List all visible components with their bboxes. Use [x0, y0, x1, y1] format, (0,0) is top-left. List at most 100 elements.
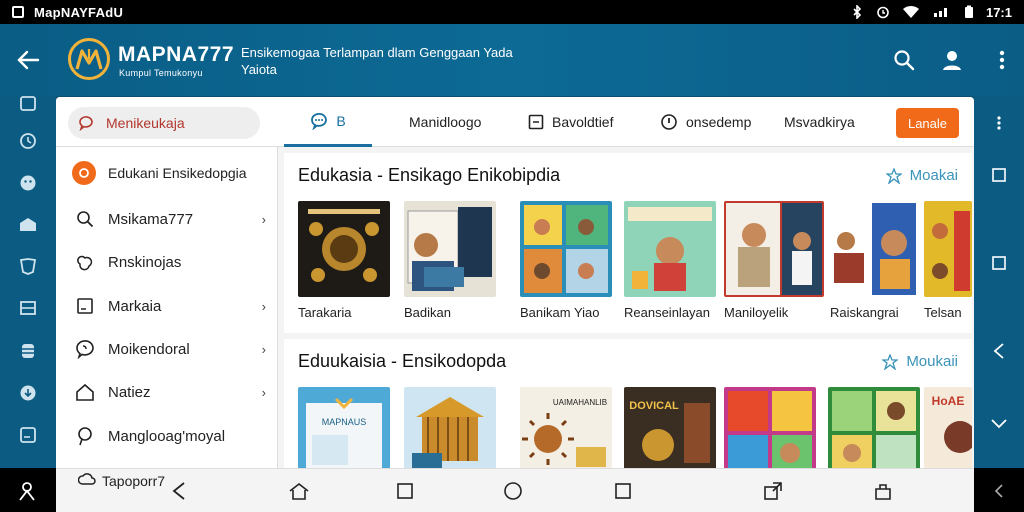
- drawer-item-partial[interactable]: Tapoporr7: [78, 472, 165, 490]
- smile-icon[interactable]: [17, 172, 39, 194]
- grid-icon[interactable]: [17, 297, 39, 319]
- drawer-item-rnskinojas[interactable]: Rnskinojas: [74, 247, 266, 277]
- search-icon: [74, 208, 96, 230]
- status-time: 17:1: [985, 4, 1012, 20]
- shield-icon[interactable]: [17, 255, 39, 277]
- book-cover[interactable]: [404, 201, 496, 297]
- section-ensiklopedia: Edukasia - Ensikago Enikobipdia Moakai T…: [284, 153, 972, 333]
- book-title: Tarakaria: [298, 305, 352, 320]
- share-icon[interactable]: [762, 480, 784, 502]
- book-cover[interactable]: [404, 387, 496, 470]
- edu-icon: [72, 161, 96, 185]
- brand-name: MAPNA777: [118, 43, 235, 66]
- search-icon[interactable]: [890, 46, 918, 74]
- back-arrow-icon[interactable]: [14, 46, 42, 74]
- left-rail: [0, 96, 56, 468]
- search-field[interactable]: Menikeukaja: [68, 107, 260, 139]
- drawer-item-label: Natiez: [108, 383, 151, 401]
- book-cover[interactable]: [724, 201, 824, 297]
- cloud-icon: [78, 473, 96, 485]
- square-icon[interactable]: [988, 252, 1010, 274]
- brand-subtitle: Kumpul Temukonyu: [119, 68, 203, 78]
- square-minus-icon: [528, 114, 544, 130]
- more-vert-icon[interactable]: [988, 46, 1016, 74]
- school-icon[interactable]: [17, 213, 39, 235]
- square-nav-icon[interactable]: [394, 480, 416, 502]
- star-icon: [885, 167, 902, 184]
- more-link-label: Moakai: [909, 167, 958, 184]
- book-title: Reanseinlayan: [624, 305, 711, 320]
- book-cover[interactable]: [520, 201, 612, 297]
- chevron-right-icon: ›: [261, 211, 266, 227]
- book-cover[interactable]: [624, 201, 716, 297]
- tab-label: onsedemp: [686, 114, 752, 130]
- book-cover[interactable]: [724, 387, 816, 470]
- tab-bar: Menikeukaja B Manidloogo Bavoldtief onse…: [56, 97, 974, 147]
- database-icon[interactable]: [17, 340, 39, 362]
- app-icon: [12, 6, 24, 18]
- book-title: Maniloyelik: [724, 305, 789, 320]
- note-icon[interactable]: [17, 424, 39, 446]
- drawer-item-manglooagmoyal[interactable]: Manglooag'moyal: [74, 421, 266, 451]
- status-app-title: MapNAYFAdU: [34, 4, 124, 20]
- app-bar: MAPNA777 Kumpul Temukonyu Ensikemogaa Te…: [0, 24, 1024, 96]
- more-link-label: Moukaii: [906, 353, 958, 370]
- book-cover[interactable]: UAIMAHANLIB: [520, 387, 612, 470]
- compass-icon: [661, 114, 677, 130]
- book-cover[interactable]: [828, 387, 920, 470]
- header-tagline: Ensikemogaa Terlampan dlam Genggaan Yada…: [241, 45, 513, 77]
- more-link[interactable]: Moakai: [885, 167, 958, 184]
- drawer-item-msikama777[interactable]: Msikama777 ›: [74, 204, 266, 234]
- chevron-right-icon: ›: [261, 298, 266, 314]
- chat-bubble-icon: [79, 116, 93, 131]
- calendar-icon[interactable]: [17, 92, 39, 114]
- tab-onsedemp[interactable]: onsedemp: [660, 97, 751, 147]
- chevron-down-icon[interactable]: [988, 412, 1010, 434]
- book-title: Badikan: [404, 305, 451, 320]
- right-rail: [974, 96, 1024, 468]
- drawer-item-moikendoral[interactable]: Moikendoral ›: [74, 334, 266, 364]
- drawer-item-label: Msikama777: [108, 210, 194, 228]
- chevron-right-icon: ›: [261, 384, 266, 400]
- account-icon[interactable]: [938, 46, 966, 74]
- assistant-icon[interactable]: [16, 480, 38, 502]
- more-vert-icon[interactable]: [988, 112, 1010, 134]
- sparkle-icon: [74, 251, 96, 273]
- book-title: Telsan: [924, 305, 962, 320]
- drawer-header[interactable]: Edukani Ensikedopgia: [72, 161, 247, 185]
- book-cover[interactable]: [298, 201, 390, 297]
- book-cover[interactable]: MAPNAUS: [298, 387, 390, 470]
- bag-icon[interactable]: [872, 480, 894, 502]
- square-icon[interactable]: [988, 164, 1010, 186]
- tab-manidloogo[interactable]: Manidloogo: [409, 97, 481, 147]
- square-nav-icon[interactable]: [612, 480, 634, 502]
- book-cover[interactable]: HoAE: [924, 387, 972, 470]
- chat-icon: [311, 112, 328, 130]
- battery-icon: [964, 5, 974, 19]
- drawer-item-markaia[interactable]: Markaia ›: [74, 291, 266, 321]
- drawer-item-natiez[interactable]: Natiez ›: [74, 377, 266, 407]
- tab-b[interactable]: B: [284, 97, 372, 147]
- chevron-left-icon[interactable]: [988, 340, 1010, 362]
- download-icon[interactable]: [17, 382, 39, 404]
- book-cover[interactable]: [828, 201, 928, 297]
- chevron-left-icon[interactable]: [988, 480, 1010, 502]
- book-icon: [74, 295, 96, 317]
- circle-nav-icon[interactable]: [502, 480, 524, 502]
- clock-icon[interactable]: [17, 130, 39, 152]
- home-nav-icon[interactable]: [288, 480, 310, 502]
- action-button[interactable]: Lanale: [896, 108, 959, 138]
- tab-msvadkirya[interactable]: Msvadkirya: [784, 97, 855, 147]
- section-title: Edukasia - Ensikago Enikobipdia: [298, 165, 561, 185]
- drawer-header-label: Edukani Ensikedopgia: [108, 165, 247, 181]
- book-cover[interactable]: [924, 201, 972, 297]
- section-title: Eduukaisia - Ensikodopda: [298, 351, 507, 371]
- back-nav-icon[interactable]: [168, 480, 190, 502]
- tab-label: Bavoldtief: [552, 114, 614, 130]
- more-link[interactable]: Moukaii: [882, 353, 958, 370]
- book-cover[interactable]: DOVICAL: [624, 387, 716, 470]
- app-logo: [68, 38, 110, 80]
- main-card: Menikeukaja B Manidloogo Bavoldtief onse…: [56, 97, 974, 470]
- tab-bavoldtief[interactable]: Bavoldtief: [528, 97, 613, 147]
- tab-label: Manidloogo: [409, 114, 482, 130]
